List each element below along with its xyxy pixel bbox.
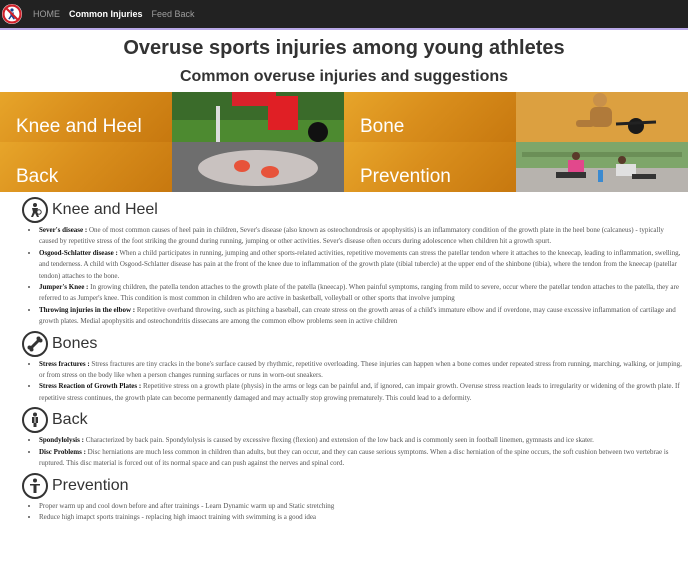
list-item: Reduce high imapct sports trainings - re…: [39, 512, 682, 523]
soccer-photo: [172, 92, 344, 192]
tile-bone-label: Bone: [360, 116, 405, 137]
list-item: Stress Reaction of Growth Plates : Repet…: [39, 381, 682, 404]
section-back-heading: Back: [22, 406, 682, 434]
section-knee-heel-title: Knee and Heel: [52, 201, 158, 218]
list-item: Jumper's Knee : In growing children, the…: [39, 282, 682, 305]
list-item: Proper warm up and cool down before and …: [39, 501, 682, 512]
list-item: Spondylolysis : Characterized by back pa…: [39, 435, 682, 446]
bones-list: Stress fractures : Stress fractures are …: [22, 359, 682, 405]
section-bones-heading: Bones: [22, 330, 682, 358]
tile-prevention-label: Prevention: [360, 166, 451, 187]
bone-icon: [22, 330, 48, 357]
list-item: Sever's disease : One of most common cau…: [39, 225, 682, 248]
page-subtitle: Common overuse injuries and suggestions: [179, 68, 509, 85]
tile-bone[interactable]: Bone: [344, 92, 516, 142]
section-back-title: Back: [52, 411, 88, 429]
knee-heel-list: Sever's disease : One of most common cau…: [22, 225, 682, 328]
section-knee-heel-heading: Knee and Heel: [22, 196, 682, 224]
no-injury-logo-icon[interactable]: [1, 3, 23, 25]
prevention-icon: [22, 472, 48, 499]
mannequin-photo: [516, 92, 688, 142]
content: Knee and Heel Sever's disease : One of m…: [22, 196, 682, 525]
nav-link-common-injuries[interactable]: Common Injuries: [69, 9, 143, 19]
tile-knee-heel[interactable]: Knee and Heel: [0, 92, 172, 142]
back-list: Spondylolysis : Characterized by back pa…: [22, 435, 682, 469]
list-item: Disc Problems : Disc herniations are muc…: [39, 447, 682, 470]
tile-back-label: Back: [16, 166, 59, 187]
navbar: HOME Common Injuries Feed Back: [0, 0, 688, 30]
stretching-photo: [516, 142, 688, 192]
section-prevention-heading: Prevention: [22, 472, 682, 500]
back-icon: [22, 407, 48, 434]
tile-back[interactable]: Back: [0, 142, 172, 192]
knee-icon: [22, 197, 48, 223]
page-title: Overuse sports injuries among young athl…: [123, 37, 565, 59]
section-bones-title: Bones: [52, 334, 98, 352]
category-tiles: Knee and Heel Bone Back Prevention: [0, 92, 688, 192]
nav-link-feedback[interactable]: Feed Back: [152, 9, 195, 19]
list-item: Osgood-Schlatter disease : When a child …: [39, 248, 682, 282]
tile-prevention[interactable]: Prevention: [344, 142, 516, 192]
prevention-list: Proper warm up and cool down before and …: [22, 501, 682, 524]
section-prevention-title: Prevention: [52, 476, 129, 494]
list-item: Stress fractures : Stress fractures are …: [39, 359, 682, 382]
list-item: Throwing injuries in the elbow : Repetit…: [39, 305, 682, 328]
tile-knee-heel-label: Knee and Heel: [16, 116, 142, 137]
nav-link-home[interactable]: HOME: [33, 9, 60, 19]
